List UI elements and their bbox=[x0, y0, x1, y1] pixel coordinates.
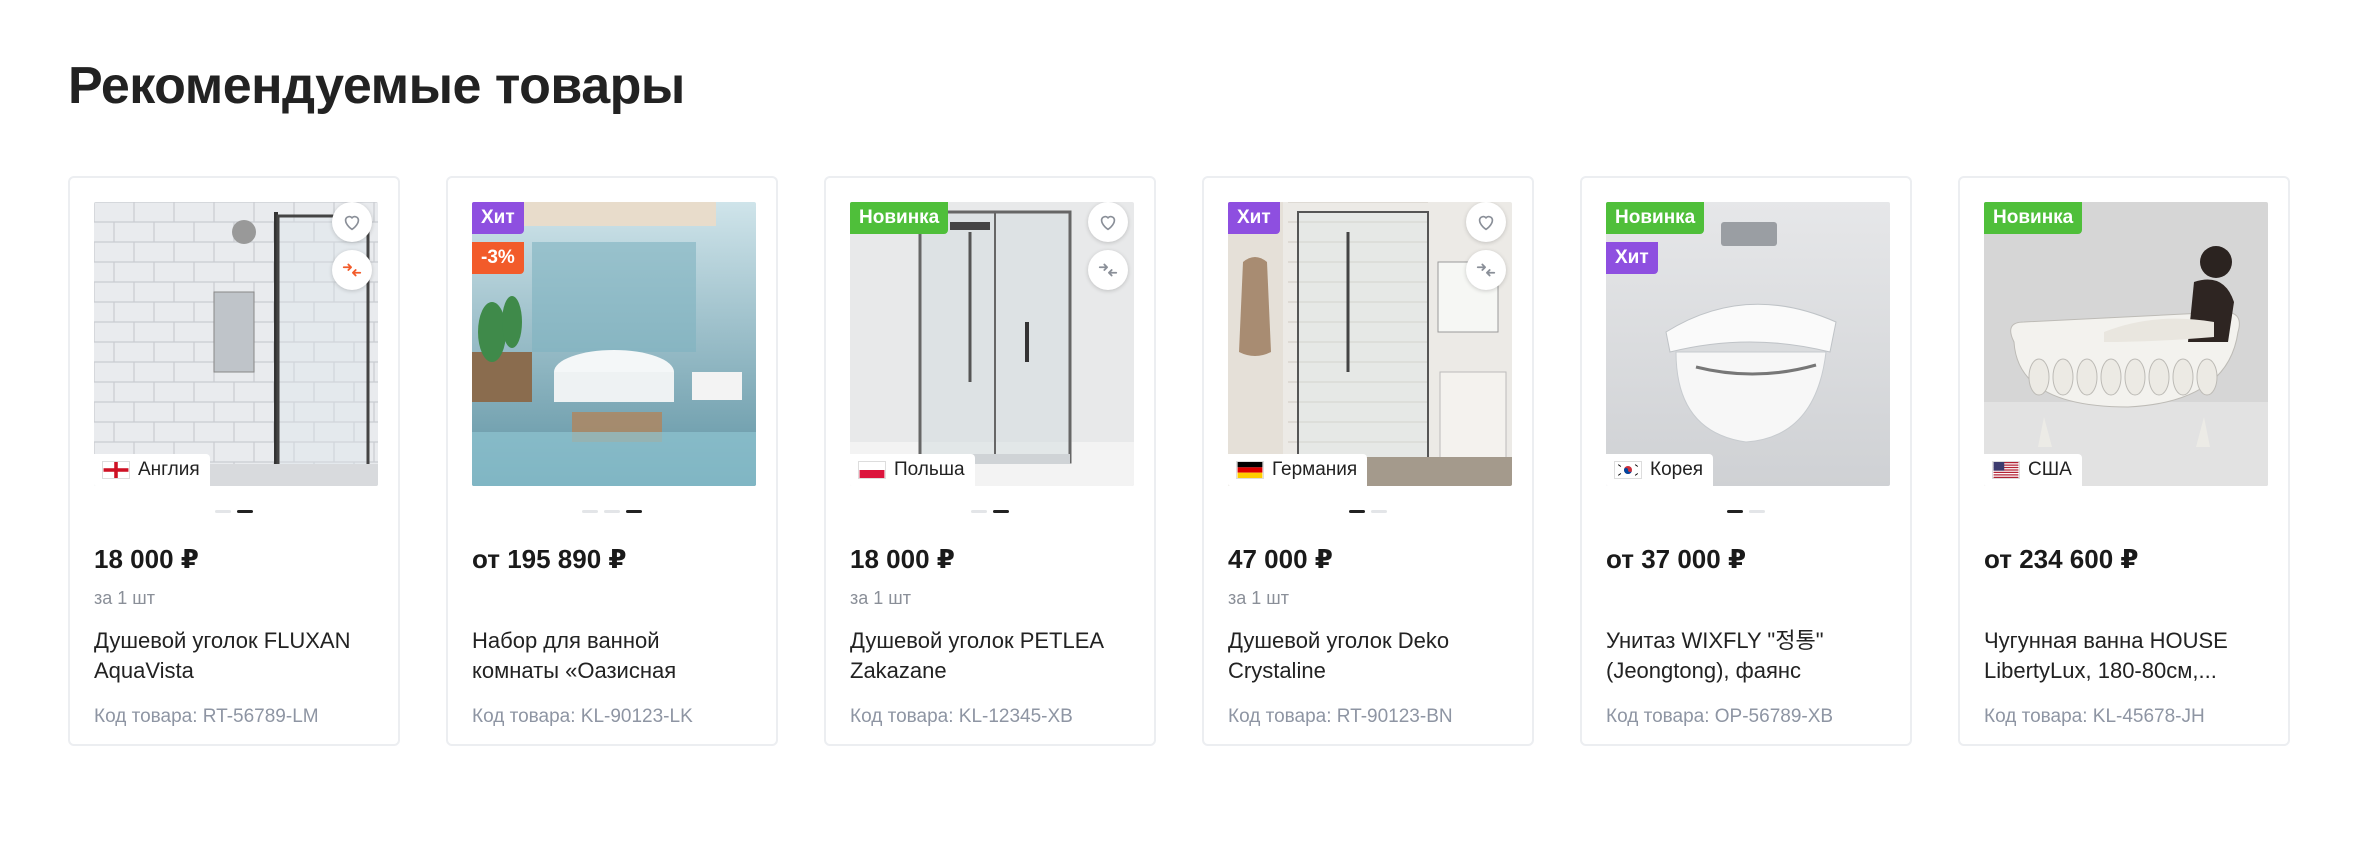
product-image[interactable]: Англия bbox=[94, 202, 378, 486]
product-photo bbox=[94, 202, 378, 486]
product-photo bbox=[1984, 202, 2268, 486]
badge-new: Новинка bbox=[1606, 202, 1705, 234]
country-name: Германия bbox=[1272, 459, 1358, 480]
product-sku: Код товара: RT-90123-BN bbox=[1228, 706, 1453, 727]
product-list: Англия 18 000 ₽ за 1 шт Душевой уголок F… bbox=[68, 176, 2290, 746]
compare-button[interactable] bbox=[1088, 250, 1128, 290]
product-sku: Код товара: OP-56789-XB bbox=[1606, 706, 1834, 727]
carousel-dot[interactable] bbox=[1727, 509, 1743, 513]
carousel-dot[interactable] bbox=[604, 509, 620, 513]
product-card[interactable]: Новинка Хит Корея от 37 000 ₽ Унитаз WIXF… bbox=[1580, 176, 1912, 746]
country-name: Польша bbox=[894, 459, 965, 480]
product-image[interactable]: Новинка США bbox=[1984, 202, 2268, 486]
image-carousel-dots bbox=[94, 500, 374, 522]
product-image[interactable]: Хит -3% bbox=[472, 202, 756, 486]
country-name: Англия bbox=[138, 459, 200, 480]
carousel-dot[interactable] bbox=[626, 509, 642, 513]
country-name: Корея bbox=[1650, 459, 1704, 480]
compare-icon bbox=[1098, 263, 1118, 277]
heart-icon bbox=[1478, 215, 1494, 231]
badge-new: Новинка bbox=[1984, 202, 2083, 234]
badge-hit: Хит bbox=[1228, 202, 1280, 234]
carousel-dot[interactable] bbox=[971, 509, 987, 513]
country-label: Польша bbox=[850, 454, 975, 486]
badge-list: Новинка bbox=[1984, 202, 2083, 234]
price-unit bbox=[472, 588, 752, 612]
country-name: США bbox=[2028, 459, 2072, 480]
image-carousel-dots bbox=[1606, 500, 1886, 522]
carousel-dot[interactable] bbox=[1349, 509, 1365, 513]
carousel-dot[interactable] bbox=[1749, 509, 1765, 513]
product-sku: Код товара: KL-90123-LK bbox=[472, 706, 693, 727]
country-label: Корея bbox=[1606, 454, 1714, 486]
badge-new: Новинка bbox=[850, 202, 949, 234]
product-card[interactable]: Англия 18 000 ₽ за 1 шт Душевой уголок F… bbox=[68, 176, 400, 746]
product-name-link[interactable]: Душевой уголок PETLEA Zakazane bbox=[850, 626, 1130, 686]
badge-list: Хит bbox=[1228, 202, 1280, 234]
badge-hit: Хит bbox=[472, 202, 524, 234]
product-image[interactable]: Новинка Польша bbox=[850, 202, 1134, 486]
korea-flag-icon bbox=[1614, 461, 1642, 479]
product-name-link[interactable]: Душевой уголок FLUXAN AquaVista bbox=[94, 626, 374, 686]
england-flag-icon bbox=[102, 461, 130, 479]
favorite-button[interactable] bbox=[1088, 202, 1128, 242]
country-label: США bbox=[1984, 454, 2082, 486]
usa-flag-icon bbox=[1992, 461, 2020, 479]
badge-list: Хит -3% bbox=[472, 202, 524, 274]
image-carousel-dots bbox=[1228, 500, 1508, 522]
carousel-dot[interactable] bbox=[237, 509, 253, 513]
compare-button[interactable] bbox=[332, 250, 372, 290]
compare-icon bbox=[1476, 263, 1496, 277]
product-card[interactable]: Новинка США от 234 600 ₽ Чугунная ванна … bbox=[1958, 176, 2290, 746]
product-name-link[interactable]: Душевой уголок Deko Crystaline bbox=[1228, 626, 1508, 686]
badge-sale: -3% bbox=[472, 242, 524, 274]
section-title: Рекомендуемые товары bbox=[68, 57, 685, 115]
product-name-link[interactable]: Набор для ванной комнаты «Оазисная Ванна… bbox=[472, 626, 752, 686]
carousel-dot[interactable] bbox=[993, 509, 1009, 513]
image-carousel-dots bbox=[472, 500, 752, 522]
badge-hit: Хит bbox=[1606, 242, 1658, 274]
product-photo bbox=[1228, 202, 1512, 486]
product-card[interactable]: Хит -3% от 195 890 ₽ Набор для ванной ком… bbox=[446, 176, 778, 746]
carousel-dot[interactable] bbox=[215, 509, 231, 513]
compare-button[interactable] bbox=[1466, 250, 1506, 290]
favorite-button[interactable] bbox=[332, 202, 372, 242]
price-unit: за 1 шт bbox=[94, 588, 155, 608]
carousel-dot[interactable] bbox=[582, 509, 598, 513]
compare-icon bbox=[342, 263, 362, 277]
product-sku: Код товара: KL-12345-XB bbox=[850, 706, 1073, 727]
price-unit: за 1 шт bbox=[850, 588, 911, 608]
heart-icon bbox=[344, 215, 360, 231]
badge-list: Новинка bbox=[850, 202, 949, 234]
product-price: 18 000 ₽ bbox=[850, 544, 955, 574]
price-unit: за 1 шт bbox=[1228, 588, 1289, 608]
germany-flag-icon bbox=[1236, 461, 1264, 479]
heart-icon bbox=[1100, 215, 1116, 231]
country-label: Германия bbox=[1228, 454, 1368, 486]
product-price: от 234 600 ₽ bbox=[1984, 544, 2139, 574]
product-price: 47 000 ₽ bbox=[1228, 544, 1333, 574]
product-price: 18 000 ₽ bbox=[94, 544, 199, 574]
product-name-link[interactable]: Чугунная ванна HOUSE LibertyLux, 180-80с… bbox=[1984, 626, 2264, 686]
poland-flag-icon bbox=[858, 461, 886, 479]
product-price: от 37 000 ₽ bbox=[1606, 544, 1747, 574]
product-sku: Код товара: RT-56789-LM bbox=[94, 706, 319, 727]
product-photo bbox=[850, 202, 1134, 486]
country-label: Англия bbox=[94, 454, 210, 486]
price-unit bbox=[1606, 588, 1886, 612]
product-card[interactable]: Новинка Польша 18 000 ₽ за 1 шт Душевой … bbox=[824, 176, 1156, 746]
product-card[interactable]: Хит Германия 47 000 ₽ за 1 шт Душевой уг… bbox=[1202, 176, 1534, 746]
product-name-link[interactable]: Унитаз WIXFLY "정통" (Jeongtong), фаянс bbox=[1606, 626, 1886, 686]
price-unit bbox=[1984, 588, 2264, 612]
image-carousel-dots bbox=[850, 500, 1130, 522]
product-sku: Код товара: KL-45678-JH bbox=[1984, 706, 2205, 727]
carousel-dot[interactable] bbox=[1371, 509, 1387, 513]
favorite-button[interactable] bbox=[1466, 202, 1506, 242]
product-price: от 195 890 ₽ bbox=[472, 544, 627, 574]
product-image[interactable]: Хит Германия bbox=[1228, 202, 1512, 486]
badge-list: Новинка Хит bbox=[1606, 202, 1705, 274]
product-image[interactable]: Новинка Хит Корея bbox=[1606, 202, 1890, 486]
